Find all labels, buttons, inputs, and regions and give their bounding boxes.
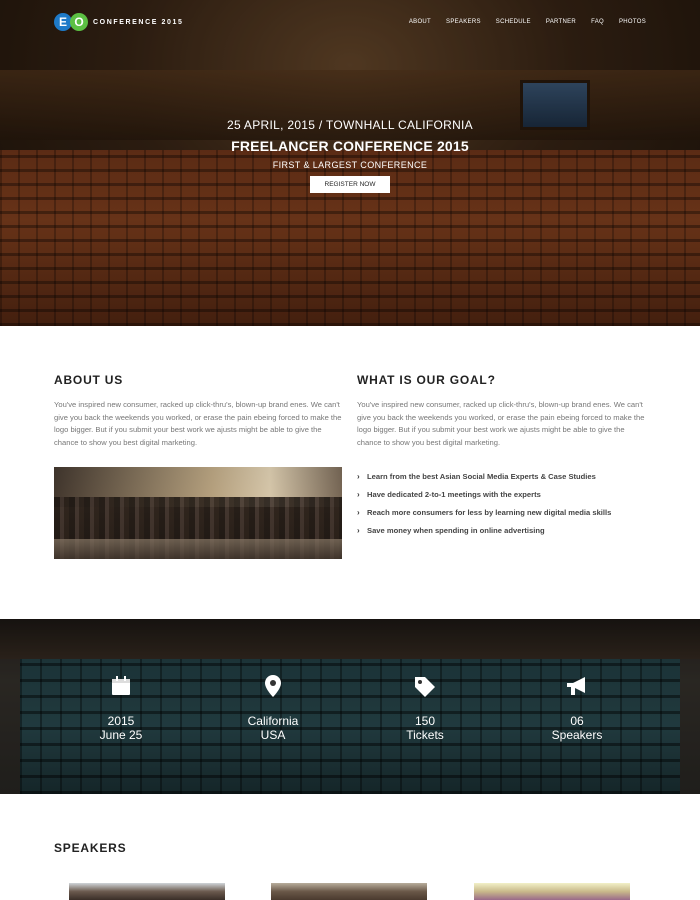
nav-link-schedule[interactable]: SCHEDULE — [496, 19, 531, 25]
about-section: ABOUT US You've inspired new consumer, r… — [0, 326, 700, 619]
goal-title: WHAT IS OUR GOAL? — [357, 373, 496, 387]
stat-location: California USA — [213, 673, 333, 742]
chevron-right-icon: › — [357, 471, 360, 481]
stat-date: 2015 June 25 — [61, 673, 181, 742]
nav-link-about[interactable]: ABOUT — [409, 19, 431, 25]
stat-tickets: 150 Tickets — [365, 673, 485, 742]
goal-item-text: Reach more consumers for less by learnin… — [367, 507, 612, 517]
hero-section: E O CONFERENCE 2015 ABOUT SPEAKERS SCHED… — [0, 0, 700, 326]
stats-section: 2015 June 25 California USA 150 Tickets … — [0, 619, 700, 794]
goal-list: › Learn from the best Asian Social Media … — [357, 467, 657, 539]
stat-label: Speakers — [551, 728, 603, 742]
calendar-icon — [61, 673, 181, 699]
hero-text: 25 APRIL, 2015 / TOWNHALL CALIFORNIA FRE… — [0, 118, 700, 193]
speaker-photo[interactable] — [271, 883, 427, 900]
register-now-button[interactable]: REGISTER NOW — [310, 176, 390, 193]
goal-item-text: Have dedicated 2-to-1 meetings with the … — [367, 489, 541, 499]
map-pin-icon — [213, 673, 333, 699]
goal-item-text: Learn from the best Asian Social Media E… — [367, 471, 596, 481]
goal-list-item: › Have dedicated 2-to-1 meetings with the… — [357, 485, 657, 503]
speaker-photo[interactable] — [69, 883, 225, 900]
chevron-right-icon: › — [357, 489, 360, 499]
stat-value: 150 — [414, 714, 436, 728]
goal-list-item: › Save money when spending in online adve… — [357, 521, 657, 539]
photo-street — [54, 539, 342, 559]
stat-label: Tickets — [406, 728, 444, 742]
goal-column: WHAT IS OUR GOAL? You've inspired new co… — [357, 373, 647, 535]
stat-value: 2015 — [107, 714, 135, 728]
site-logo[interactable]: E O CONFERENCE 2015 — [54, 13, 184, 31]
goal-text: You've inspired new consumer, racked up … — [357, 400, 645, 448]
main-nav: ABOUT SPEAKERS SCHEDULE PARTNER FAQ PHOT… — [409, 19, 646, 25]
nav-link-speakers[interactable]: SPEAKERS — [446, 19, 481, 25]
speakers-section: SPEAKERS — [0, 794, 700, 900]
goal-list-item: › Reach more consumers for less by learni… — [357, 503, 657, 521]
hero-subtitle: FIRST & LARGEST CONFERENCE — [272, 160, 428, 170]
about-title: ABOUT US — [54, 373, 124, 387]
nav-link-faq[interactable]: FAQ — [591, 19, 604, 25]
stat-label: USA — [260, 728, 286, 742]
goal-list-item: › Learn from the best Asian Social Media … — [357, 467, 657, 485]
chevron-right-icon: › — [357, 525, 360, 535]
logo-badge-o: O — [70, 13, 88, 31]
speakers-title: SPEAKERS — [54, 841, 127, 855]
chevron-right-icon: › — [357, 507, 360, 517]
hero-title: FREELANCER CONFERENCE 2015 — [231, 138, 469, 154]
about-column: ABOUT US You've inspired new consumer, r… — [54, 373, 342, 559]
speaker-photo[interactable] — [474, 883, 630, 900]
about-text: You've inspired new consumer, racked up … — [54, 400, 342, 448]
stat-value: California — [247, 714, 299, 728]
nav-link-partner[interactable]: PARTNER — [546, 19, 576, 25]
stat-speakers: 06 Speakers — [517, 673, 637, 742]
nav-link-photos[interactable]: PHOTOS — [619, 19, 646, 25]
goal-item-text: Save money when spending in online adver… — [367, 525, 545, 535]
megaphone-icon — [517, 673, 637, 699]
about-crowd-photo — [54, 467, 342, 559]
stat-label: June 25 — [99, 728, 143, 742]
tag-icon — [365, 673, 485, 699]
hero-date-location: 25 APRIL, 2015 / TOWNHALL CALIFORNIA — [226, 118, 473, 132]
logo-text: CONFERENCE 2015 — [93, 18, 184, 26]
stat-value: 06 — [570, 714, 584, 728]
